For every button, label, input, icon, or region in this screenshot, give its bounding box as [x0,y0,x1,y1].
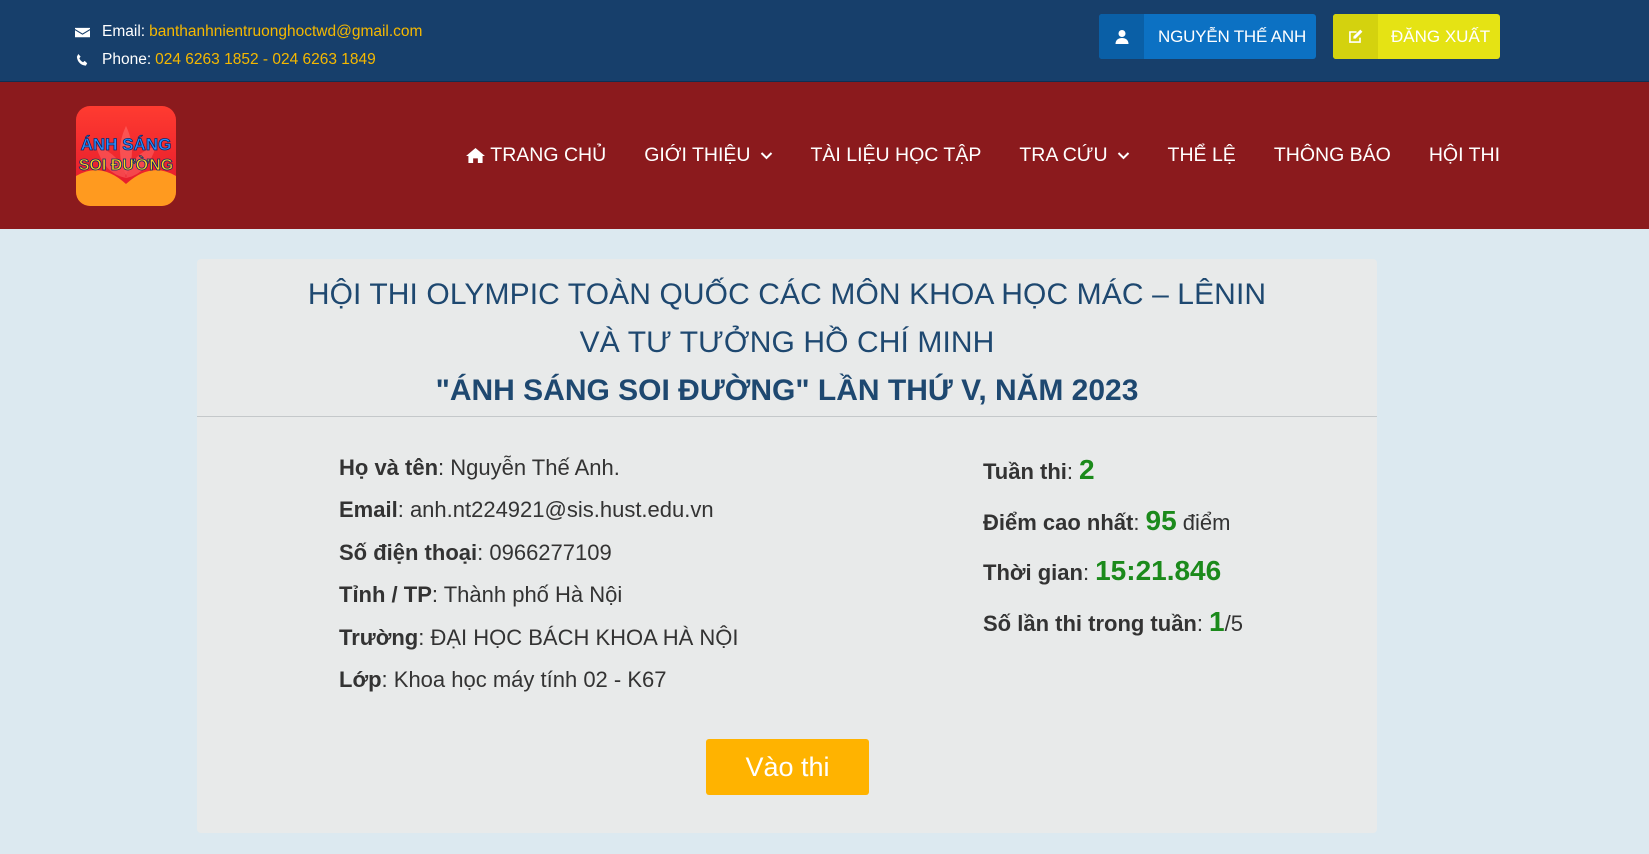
user-profile-button[interactable]: NGUYỄN THẾ ANH [1099,14,1316,59]
stat-score-label: Điểm cao nhất [983,509,1134,535]
stat-attempts-label: Số lần thi trong tuần [983,610,1197,636]
profile-phone-row: Số điện thoại: 0966277109 [339,539,612,565]
stat-attempts-value: 1 [1209,605,1225,637]
user-name-label: NGUYỄN THẾ ANH [1158,26,1307,46]
nav-label-about: GIỚI THIỆU [644,144,751,166]
edit-icon [1333,14,1378,59]
contact-info: Email: banthanhnientruonghoctwd@gmail.co… [75,18,422,74]
stat-attempts-max: /5 [1224,610,1243,636]
contest-stats: Tuần thi:2 Điểm cao nhất:95 điểm Thời gi… [983,454,1243,656]
main-navbar: ÁNH SÁNG SOI ĐƯỜNG TRANG CHỦ GIỚI THIỆU … [0,82,1649,229]
profile-phone-value: 0966277109 [489,539,612,565]
stat-week-row: Tuần thi:2 [983,454,1095,485]
nav-label-lookup: TRA CỨU [1019,144,1108,166]
profile-school-value: ĐẠI HỌC BÁCH KHOA HÀ NỘI [430,624,739,650]
phone-label: Phone: [102,51,152,68]
profile-info: Họ và tên: Nguyễn Thế Anh. Email: anh.nt… [339,455,739,709]
nav-menu: TRANG CHỦ GIỚI THIỆU TÀI LIỆU HỌC TẬP TR… [466,82,1500,229]
nav-item-materials[interactable]: TÀI LIỆU HỌC TẬP [811,144,982,167]
nav-item-about[interactable]: GIỚI THIỆU [644,144,772,167]
profile-name-value: Nguyễn Thế Anh. [450,455,620,480]
home-icon [466,147,486,164]
stat-week-value: 2 [1079,454,1095,485]
stat-score-value: 95 [1145,504,1177,536]
nav-item-home[interactable]: TRANG CHỦ [466,144,606,167]
top-bar: Email: banthanhnientruonghoctwd@gmail.co… [0,0,1649,82]
chevron-down-icon [760,152,772,160]
profile-name-row: Họ và tên: Nguyễn Thế Anh. [339,455,620,480]
nav-item-lookup[interactable]: TRA CỨU [1019,144,1129,167]
logout-label: ĐĂNG XUẤT [1391,26,1491,46]
stat-week-label: Tuần thi [983,459,1067,484]
stat-score-row: Điểm cao nhất:95 điểm [983,504,1231,536]
profile-province-label: Tỉnh / TP [339,582,432,608]
contest-header: HỘI THI OLYMPIC TOÀN QUỐC CÁC MÔN KHOA H… [197,259,1377,417]
nav-label-contest: HỘI THI [1428,144,1500,166]
stat-time-value: 15:21.846 [1095,555,1222,586]
profile-email-row: Email: anh.nt224921@sis.hust.edu.vn [339,497,714,523]
contest-title-line2: VÀ TƯ TƯỞNG HỒ CHÍ MINH [579,326,995,359]
contest-card: HỘI THI OLYMPIC TOÀN QUỐC CÁC MÔN KHOA H… [197,259,1377,833]
contest-title-line3: "ÁNH SÁNG SOI ĐƯỜNG" LẦN THỨ V, NĂM 2023 [435,374,1139,407]
profile-school-label: Trường [339,624,419,650]
profile-email-value: anh.nt224921@sis.hust.edu.vn [409,497,714,523]
nav-label-announcements: THÔNG BÁO [1273,144,1391,166]
email-link[interactable]: banthanhnientruonghoctwd@gmail.com [149,23,422,41]
nav-item-contest[interactable]: HỘI THI [1429,144,1500,167]
nav-label-rules: THỂ LỆ [1167,144,1236,166]
contact-phone: Phone: 024 6263 1852 - 024 6263 1849 [75,46,422,74]
start-exam-button[interactable]: Vào thi [706,739,869,795]
site-logo[interactable]: ÁNH SÁNG SOI ĐƯỜNG [76,106,176,206]
logout-button[interactable]: ĐĂNG XUẤT [1333,14,1500,59]
logo-text-line1: ÁNH SÁNG [81,135,172,154]
profile-class-row: Lớp: Khoa học máy tính 02 - K67 [339,666,667,692]
envelope-icon [75,27,90,37]
phone-link[interactable]: 024 6263 1852 - 024 6263 1849 [155,51,376,69]
stat-time-row: Thời gian:15:21.846 [983,555,1222,586]
nav-item-announcements[interactable]: THÔNG BÁO [1274,144,1391,167]
contact-email: Email: banthanhnientruonghoctwd@gmail.co… [75,18,422,46]
profile-phone-label: Số điện thoại [339,539,478,565]
email-label: Email: [102,23,146,40]
phone-icon [76,53,88,66]
profile-email-label: Email [339,497,398,523]
profile-class-label: Lớp [339,666,382,692]
nav-label-home: TRANG CHỦ [490,144,607,166]
contest-title-line1: HỘI THI OLYMPIC TOÀN QUỐC CÁC MÔN KHOA H… [307,278,1267,311]
logo-text-line2: SOI ĐƯỜNG [79,155,173,174]
profile-class-value: Khoa học máy tính 02 - K67 [393,666,667,692]
profile-province-value: Thành phố Hà Nội [443,582,623,608]
stat-attempts-row: Số lần thi trong tuần:1/5 [983,605,1243,637]
user-icon [1099,14,1144,59]
profile-school-row: Trường: ĐẠI HỌC BÁCH KHOA HÀ NỘI [339,624,739,650]
nav-label-materials: TÀI LIỆU HỌC TẬP [810,144,982,166]
profile-province-row: Tỉnh / TP: Thành phố Hà Nội [339,582,623,608]
stat-time-label: Thời gian [983,560,1083,585]
nav-item-rules[interactable]: THỂ LỆ [1168,144,1236,167]
profile-name-label: Họ và tên [339,455,439,480]
chevron-down-icon [1117,152,1129,160]
stat-score-unit: điểm [1182,509,1231,535]
